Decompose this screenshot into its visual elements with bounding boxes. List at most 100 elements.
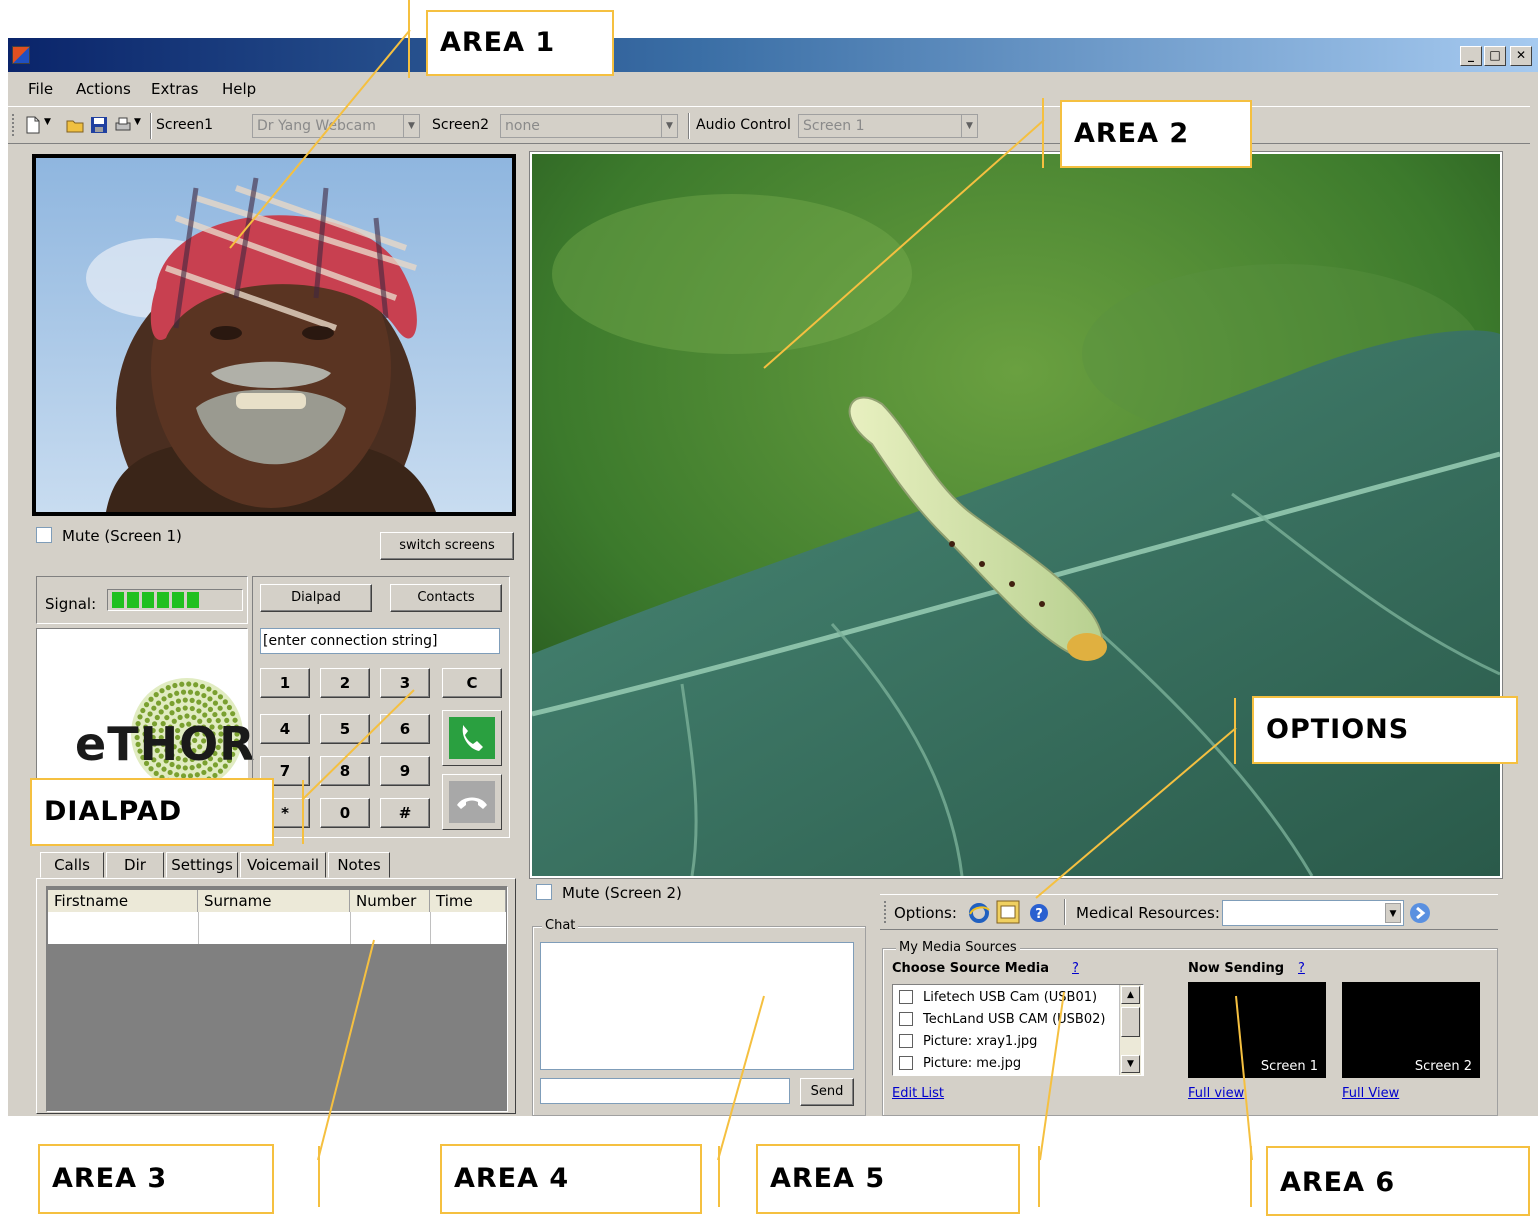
signal-bar (142, 592, 154, 608)
edit-list-link[interactable]: Edit List (892, 1086, 944, 1101)
logo-dot (161, 696, 167, 702)
maximize-button[interactable]: □ (1484, 46, 1506, 66)
list-item[interactable]: Picture: xray1.jpg (893, 1031, 1113, 1053)
source-media-list[interactable]: Lifetech USB Cam (USB01) TechLand USB CA… (892, 984, 1144, 1076)
help-icon[interactable]: ? (1028, 902, 1050, 924)
logo-dot (217, 694, 224, 700)
menu-help[interactable]: Help (222, 80, 256, 98)
now-sending-help-link[interactable]: ? (1298, 961, 1305, 976)
toolbar: ▼ ▼ Screen1 Dr Yang Webcam ▼ Screen2 non… (8, 106, 1530, 144)
print-dropdown-arrow-icon[interactable]: ▼ (134, 117, 141, 127)
mute-screen1-checkbox[interactable] (36, 527, 52, 543)
callout-area-4: AREA 4 (440, 1144, 702, 1214)
tab-dir[interactable]: Dir (106, 852, 164, 878)
screen2-select[interactable]: none ▼ (500, 114, 678, 138)
full-view-screen1-link[interactable]: Full view (1188, 1086, 1244, 1101)
screen2-select-value: none (505, 118, 540, 134)
dialpad-key[interactable]: 3 (380, 668, 430, 698)
choose-source-help-link[interactable]: ? (1072, 961, 1079, 976)
logo-dot (221, 711, 227, 717)
media-sources-title: My Media Sources (896, 940, 1020, 955)
source-checkbox[interactable] (899, 990, 913, 1004)
go-arrow-icon[interactable] (1408, 901, 1432, 925)
dialpad-key[interactable]: 9 (380, 756, 430, 786)
audio-control-select[interactable]: Screen 1 ▼ (798, 114, 978, 138)
contacts-button[interactable]: Contacts (390, 584, 502, 612)
chevron-down-icon: ▼ (403, 115, 419, 137)
menu-bar: File Actions Extras Help (8, 72, 1538, 104)
hangup-button[interactable] (442, 774, 502, 830)
source-checkbox[interactable] (899, 1012, 913, 1026)
dialpad-key[interactable]: 4 (260, 714, 310, 744)
dialpad-key[interactable]: 1 (260, 668, 310, 698)
scroll-up-icon[interactable]: ▲ (1121, 986, 1140, 1004)
source-checkbox[interactable] (899, 1056, 913, 1070)
call-button[interactable] (442, 710, 502, 766)
tab-settings[interactable]: Settings (166, 852, 238, 878)
tab-notes[interactable]: Notes (328, 852, 390, 878)
table-row[interactable] (48, 912, 506, 944)
logo-dot (148, 696, 154, 702)
scrollbar-thumb[interactable] (1121, 1007, 1140, 1037)
logo-dot (165, 685, 171, 691)
clear-key[interactable]: C (442, 668, 502, 698)
logo-dot (169, 700, 175, 707)
logo-dot (140, 707, 146, 714)
column-header-number[interactable]: Number (350, 890, 430, 912)
column-header-time[interactable]: Time (430, 890, 506, 912)
save-icon[interactable] (90, 116, 108, 134)
menu-file[interactable]: File (28, 80, 53, 98)
scroll-down-icon[interactable]: ▼ (1121, 1055, 1140, 1073)
medical-resources-select[interactable]: ▼ (1222, 900, 1404, 926)
tab-voicemail[interactable]: Voicemail (240, 852, 326, 878)
screen1-select[interactable]: Dr Yang Webcam ▼ (252, 114, 420, 138)
list-item[interactable]: Lifetech USB Cam (USB01) (893, 987, 1113, 1009)
source-checkbox[interactable] (899, 1034, 913, 1048)
connection-string-input[interactable]: [enter connection string] (260, 628, 500, 654)
switch-screens-button[interactable]: switch screens (380, 532, 514, 560)
close-button[interactable]: ✕ (1510, 46, 1532, 66)
sending-preview-screen2[interactable]: Screen 2 (1342, 982, 1480, 1078)
menu-actions[interactable]: Actions (76, 80, 131, 98)
image-viewer-icon[interactable] (996, 900, 1020, 924)
full-view-screen2-link[interactable]: Full View (1342, 1086, 1399, 1101)
open-folder-icon[interactable] (66, 116, 84, 134)
chat-message-input[interactable] (540, 1078, 790, 1104)
dialpad-key[interactable]: 2 (320, 668, 370, 698)
logo-dot (226, 704, 233, 711)
logo-dot (194, 690, 200, 696)
callout-dialpad: DIALPAD (30, 778, 274, 846)
dialpad-tab-button[interactable]: Dialpad (260, 584, 372, 612)
list-scrollbar[interactable]: ▲ ▼ (1119, 985, 1141, 1075)
print-icon[interactable] (114, 116, 132, 134)
column-header-surname[interactable]: Surname (198, 890, 350, 912)
logo-dot (189, 697, 195, 703)
menu-extras[interactable]: Extras (151, 80, 198, 98)
sending-preview-screen1[interactable]: Screen 1 (1188, 982, 1326, 1078)
chat-history[interactable] (540, 942, 854, 1070)
logo-dot (230, 711, 236, 717)
medical-resources-label: Medical Resources: (1076, 904, 1220, 922)
send-button[interactable]: Send (800, 1078, 854, 1106)
minimize-button[interactable]: _ (1460, 46, 1482, 66)
tab-calls[interactable]: Calls (40, 852, 104, 878)
dialpad-key[interactable]: 0 (320, 798, 370, 828)
dialpad-key[interactable]: 5 (320, 714, 370, 744)
dialpad-key[interactable]: # (380, 798, 430, 828)
callout-line (1250, 1146, 1252, 1207)
list-item[interactable]: TechLand USB CAM (USB02) (893, 1009, 1113, 1031)
options-grip[interactable] (884, 901, 887, 923)
list-item[interactable]: Picture: me.jpg (893, 1053, 1113, 1075)
title-bar[interactable]: _ □ ✕ (8, 38, 1538, 72)
signal-bar (127, 592, 139, 608)
internet-explorer-icon[interactable] (968, 902, 990, 924)
toolbar-grip[interactable] (12, 114, 15, 136)
mute-screen2-checkbox[interactable] (536, 884, 552, 900)
sending-screen2-label: Screen 2 (1414, 1059, 1472, 1074)
dialpad-key[interactable]: 8 (320, 756, 370, 786)
new-dropdown-arrow-icon[interactable]: ▼ (44, 117, 51, 127)
column-header-firstname[interactable]: Firstname (48, 890, 198, 912)
dialpad-key[interactable]: 6 (380, 714, 430, 744)
audio-control-label: Audio Control (696, 117, 791, 133)
new-document-icon[interactable] (24, 116, 42, 134)
